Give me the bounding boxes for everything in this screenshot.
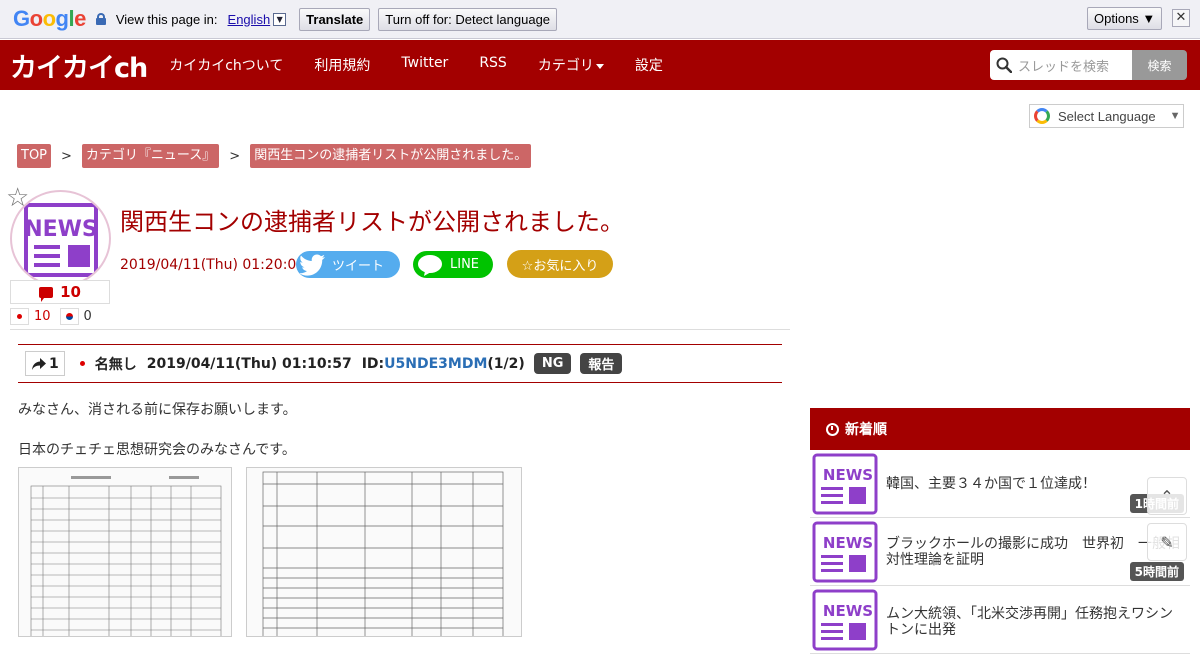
divider (10, 329, 790, 330)
language-select[interactable]: English (228, 12, 271, 27)
svg-text:NEWS: NEWS (823, 534, 873, 552)
star-icon[interactable]: ☆ (6, 185, 29, 211)
nav-category-label[interactable]: カテゴリ (538, 58, 594, 74)
breadcrumb-current[interactable]: 関西生コンの逮捕者リストが公開されました。 (250, 144, 532, 168)
search-input[interactable]: スレッドを検索 (990, 50, 1132, 80)
korea-flag-icon (59, 308, 79, 325)
poster-name: 名無し (94, 356, 137, 373)
favorite-button[interactable]: ☆お気に入り (507, 250, 613, 278)
page-title: 関西生コンの逮捕者リストが公開されました。 (120, 208, 624, 236)
clock-icon (826, 422, 839, 436)
news-icon: NEWS (812, 589, 878, 651)
news-icon: NEWS (812, 521, 878, 583)
nav-twitter[interactable]: Twitter (401, 55, 448, 75)
line-share-button[interactable]: LINE (413, 251, 493, 278)
document-scan-image (247, 468, 521, 636)
nav-about[interactable]: カイカイchついて (169, 55, 283, 75)
search-box: スレッドを検索 検索 (990, 50, 1187, 80)
scroll-top-button[interactable]: ⌃ (1147, 477, 1187, 515)
post-id-count: (1/2) (487, 355, 525, 372)
article-date: 2019/04/11(Thu) 01:20:01 (120, 257, 306, 273)
post-header: 1 名無し 2019/04/11(Thu) 01:10:57 ID: U5NDE… (18, 344, 782, 383)
svg-text:NEWS: NEWS (24, 217, 98, 242)
post-image-thumbnail[interactable] (18, 467, 232, 637)
dropdown-arrow-icon[interactable]: ▼ (273, 12, 287, 26)
time-ago-badge: 5時間前 (1129, 562, 1184, 581)
view-page-in-label: View this page in: (115, 11, 218, 27)
close-icon[interactable]: ✕ (1172, 9, 1190, 27)
edit-button[interactable]: ✎ (1147, 523, 1187, 561)
search-button[interactable]: 検索 (1132, 50, 1187, 80)
reply-number-button[interactable]: 1 (25, 351, 65, 376)
breadcrumb-separator: > (61, 148, 72, 164)
svg-text:NEWS: NEWS (823, 602, 873, 620)
line-label: LINE (450, 257, 480, 272)
japan-count: 10 (34, 309, 51, 324)
breadcrumb-top[interactable]: TOP (17, 144, 52, 168)
post-text-line: 日本のチェチェ思想研究会のみなさんです。 (18, 442, 296, 458)
comment-count[interactable]: 10 (10, 280, 110, 304)
latest-item-title[interactable]: ムン大統領、「北米交渉再開」任務抱えワシントンに出発 (886, 606, 1186, 638)
nav-links: カイカイchついて 利用規約 Twitter RSS カテゴリ 設定 (169, 55, 694, 75)
edit-icon: ✎ (1160, 532, 1174, 552)
post-id-link[interactable]: U5NDE3MDM (384, 356, 487, 372)
country-counts: 10 0 (10, 308, 92, 325)
google-g-icon (1034, 108, 1050, 124)
latest-item-title[interactable]: 韓国、主要３４か国で１位達成！ (886, 476, 1186, 492)
options-button[interactable]: Options ▼ (1087, 7, 1163, 30)
japan-dot-icon (79, 361, 85, 366)
nav-category[interactable]: カテゴリ (538, 55, 604, 75)
tweet-label: ツイート (332, 259, 385, 274)
post-datetime: 2019/04/11(Thu) 01:10:57 (146, 355, 352, 372)
latest-header: 新着順 (810, 408, 1190, 450)
post-text-line: みなさん、消される前に保存お願いします。 (18, 402, 297, 418)
tweet-button[interactable]: ツイート (296, 251, 400, 278)
news-icon: NEWS (812, 453, 878, 515)
breadcrumb-separator: > (229, 148, 241, 164)
language-label[interactable]: English (228, 12, 271, 27)
list-item[interactable]: NEWS ムン大統領、「北米交渉再開」任務抱えワシントンに出発 (810, 586, 1190, 654)
site-nav: カイカイch カイカイchついて 利用規約 Twitter RSS カテゴリ 設… (0, 40, 1200, 90)
latest-header-label: 新着順 (845, 422, 887, 438)
translate-button[interactable]: Translate (299, 7, 371, 31)
comment-count-value: 10 (60, 283, 81, 301)
dropdown-arrow-icon: ▼ (1169, 110, 1181, 122)
twitter-bird-icon (300, 254, 325, 276)
reply-number: 1 (49, 355, 59, 372)
post-image-thumbnail[interactable] (246, 467, 522, 637)
report-button[interactable]: 報告 (580, 353, 623, 374)
list-item[interactable]: NEWS 韓国、主要３４か国で１位達成！ 1時間前 (810, 450, 1190, 518)
comment-bubble-icon (39, 286, 54, 302)
nav-settings[interactable]: 設定 (635, 55, 663, 75)
post-meta: 名無し 2019/04/11(Thu) 01:10:57 ID: U5NDE3M… (79, 354, 525, 374)
search-icon (996, 57, 1012, 73)
google-logo: Google (13, 6, 86, 31)
arrow-up-icon: ⌃ (1160, 486, 1174, 506)
nav-rss[interactable]: RSS (479, 55, 507, 75)
svg-text:NEWS: NEWS (823, 466, 873, 484)
breadcrumb: TOP > カテゴリ『ニュース』 > 関西生コンの逮捕者リストが公開されました。 (17, 144, 532, 168)
translate-bar: Google View this page in: English ▼ Tran… (0, 0, 1200, 39)
lock-icon (95, 13, 106, 25)
search-placeholder: スレッドを検索 (1018, 59, 1110, 75)
japan-flag-icon (10, 308, 29, 325)
site-logo[interactable]: カイカイch (10, 46, 148, 85)
document-scan-image (19, 468, 231, 636)
select-language-dropdown[interactable]: Select Language ▼ (1029, 104, 1184, 128)
caret-down-icon (595, 63, 604, 69)
turn-off-button[interactable]: Turn off for: Detect language (378, 7, 558, 31)
select-language-label: Select Language (1058, 108, 1156, 124)
reply-arrow-icon (32, 357, 46, 370)
korea-count: 0 (83, 309, 92, 324)
nav-terms[interactable]: 利用規約 (314, 55, 370, 75)
ng-button[interactable]: NG (533, 353, 572, 374)
post-id-prefix: ID: (361, 355, 385, 372)
breadcrumb-category[interactable]: カテゴリ『ニュース』 (81, 144, 220, 168)
list-item[interactable]: NEWS ブラックホールの撮影に成功 世界初 一般相対性理論を証明 5時間前 (810, 518, 1190, 586)
line-chat-icon (418, 254, 442, 276)
